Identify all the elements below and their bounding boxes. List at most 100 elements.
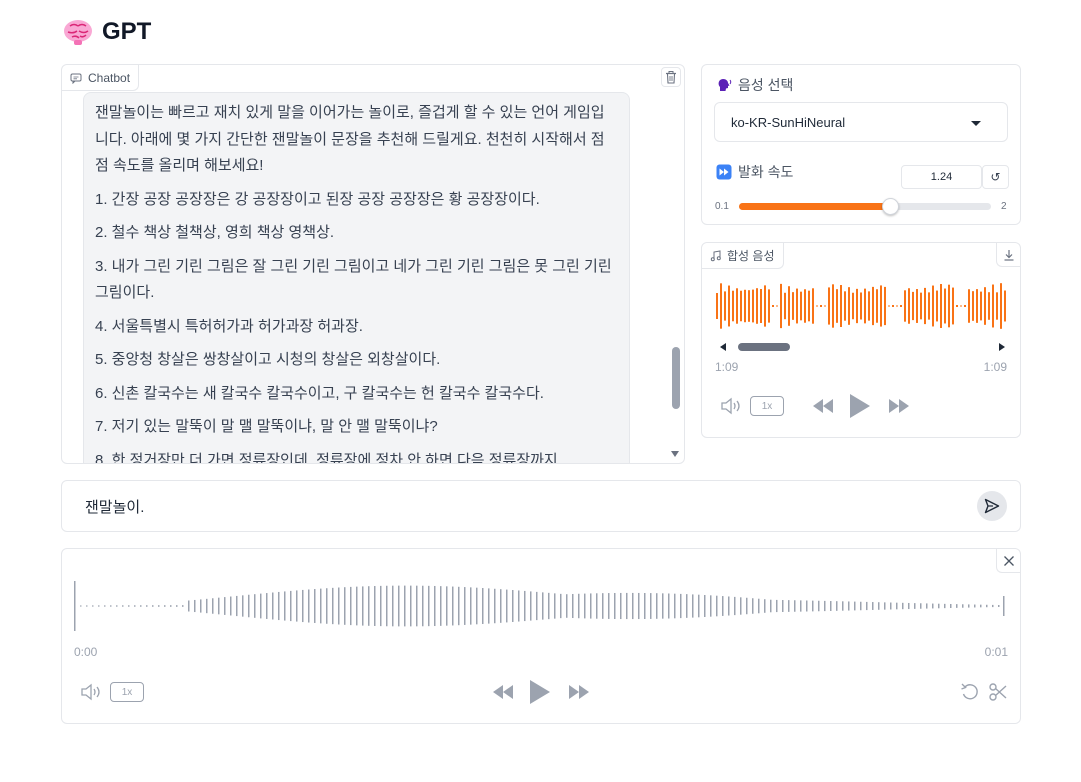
skip-back-icon[interactable] [812, 398, 834, 414]
waveform-bar [938, 603, 940, 609]
skip-forward-icon[interactable] [568, 684, 590, 700]
waveform-bar [844, 291, 846, 321]
waveform-bar [884, 286, 886, 326]
reset-speed-button[interactable]: ↺ [982, 165, 1009, 189]
waveform-bar [140, 605, 142, 607]
waveform-bar [170, 605, 172, 607]
waveform-bar [782, 600, 784, 612]
waveform-bar [542, 592, 544, 620]
waveform-bar [86, 605, 88, 607]
list-item: 5. 중앙청 창살은 쌍창살이고 시청의 창살은 외창살이다. [95, 351, 441, 368]
waveform-bar [356, 586, 358, 626]
clear-chat-button[interactable] [661, 67, 681, 87]
waveform-bar [848, 287, 850, 325]
close-audio-button[interactable] [996, 549, 1020, 573]
list-item: 2. 철수 책상 철책상, 영희 책상 영책상. [95, 224, 335, 241]
chatbot-panel: Chatbot 잰말놀이는 빠르고 재치 있게 말을 이어가는 놀이로, 즐겁게… [61, 64, 685, 464]
waveform-bar [878, 602, 880, 610]
voice-dropdown[interactable]: ko-KR-SunHiNeural [714, 102, 1008, 142]
skip-forward-icon[interactable] [888, 398, 910, 414]
waveform-bar [284, 591, 286, 621]
waveform-bar [992, 284, 994, 328]
playback-rate-button[interactable]: 1x [110, 682, 144, 702]
waveform-bar [860, 292, 862, 320]
reset-icon: ↺ [990, 170, 1001, 184]
waveform-bar [500, 589, 502, 623]
chat-icon [70, 73, 82, 84]
waveform-bar [908, 602, 910, 610]
speed-slider[interactable] [739, 198, 991, 215]
volume-icon[interactable] [80, 683, 102, 701]
waveform-bar [852, 292, 854, 320]
waveform-bar [788, 286, 790, 326]
speed-label-text: 발화 속도 [738, 164, 794, 180]
chat-scrollbar-thumb[interactable] [672, 347, 680, 409]
waveform-bar [812, 600, 814, 612]
waveform-bar [368, 586, 370, 626]
waveform-bar [92, 605, 94, 607]
waveform-bar [984, 287, 986, 325]
scroll-down-icon[interactable] [671, 451, 679, 457]
waveform-bar [128, 605, 130, 607]
waveform-bar [1000, 283, 1002, 329]
waveform-bar [446, 586, 448, 626]
synth-duration: 1:09 [983, 360, 1007, 374]
speaking-head-icon [718, 78, 732, 91]
skip-back-icon[interactable] [492, 684, 514, 700]
waveform-bar [842, 601, 844, 611]
waveform-bar [362, 586, 364, 626]
play-icon[interactable] [849, 393, 871, 419]
waveform-bar [410, 585, 412, 627]
waveform-bar [956, 604, 958, 608]
waveform-bar [194, 599, 196, 613]
chatbot-label: Chatbot [88, 70, 131, 85]
waveform-bar [482, 588, 484, 624]
waveform-bar [614, 592, 616, 620]
waveform-bar [320, 588, 322, 624]
waveform-bar [272, 592, 274, 620]
waveform-bar [158, 605, 160, 607]
trim-scissors-icon[interactable] [988, 682, 1008, 702]
volume-icon[interactable] [720, 397, 742, 415]
waveform-bar [764, 599, 766, 613]
waveform-bar [856, 288, 858, 324]
synth-waveform[interactable] [716, 279, 1008, 333]
waveform-bar [278, 591, 280, 621]
speed-number-input[interactable]: 1.24 [901, 165, 982, 189]
waveform-bar [986, 604, 988, 608]
waveform-scrollbar[interactable] [716, 339, 1008, 355]
message-input-box[interactable]: 잰말놀이. [61, 480, 1021, 532]
waveform-bar [440, 586, 442, 626]
waveform-bar [728, 596, 730, 616]
recorded-waveform[interactable] [74, 577, 1009, 635]
download-button[interactable] [996, 243, 1020, 267]
waveform-bar [972, 291, 974, 321]
speed-slider-handle[interactable] [882, 198, 900, 215]
waveform-bar [818, 600, 820, 612]
waveform-bar [772, 305, 774, 307]
waveform-bar [590, 593, 592, 619]
waveform-bar [752, 289, 754, 323]
play-icon[interactable] [529, 679, 551, 705]
waveform-bar [74, 581, 76, 631]
waveform-bar [860, 601, 862, 611]
speed-max-label: 2 [1001, 201, 1007, 212]
waveform-bar [98, 605, 100, 607]
message-input[interactable]: 잰말놀이. [85, 496, 144, 517]
playback-rate-button[interactable]: 1x [750, 396, 784, 416]
waveform-bar [920, 292, 922, 320]
waveform-bar [230, 596, 232, 616]
waveform-bar [608, 593, 610, 619]
waveform-bar [458, 586, 460, 626]
chatbot-tag: Chatbot [62, 65, 140, 91]
waveform-bar [434, 585, 436, 627]
waveform-bar [962, 604, 964, 608]
undo-icon[interactable] [960, 682, 980, 702]
waveform-bar [452, 586, 454, 626]
waveform-bar [776, 599, 778, 613]
recording-current-time: 0:00 [74, 645, 98, 659]
waveform-bar [392, 585, 394, 627]
send-button[interactable] [977, 491, 1007, 521]
waveform-bar [464, 587, 466, 625]
waveform-bar [758, 598, 760, 614]
